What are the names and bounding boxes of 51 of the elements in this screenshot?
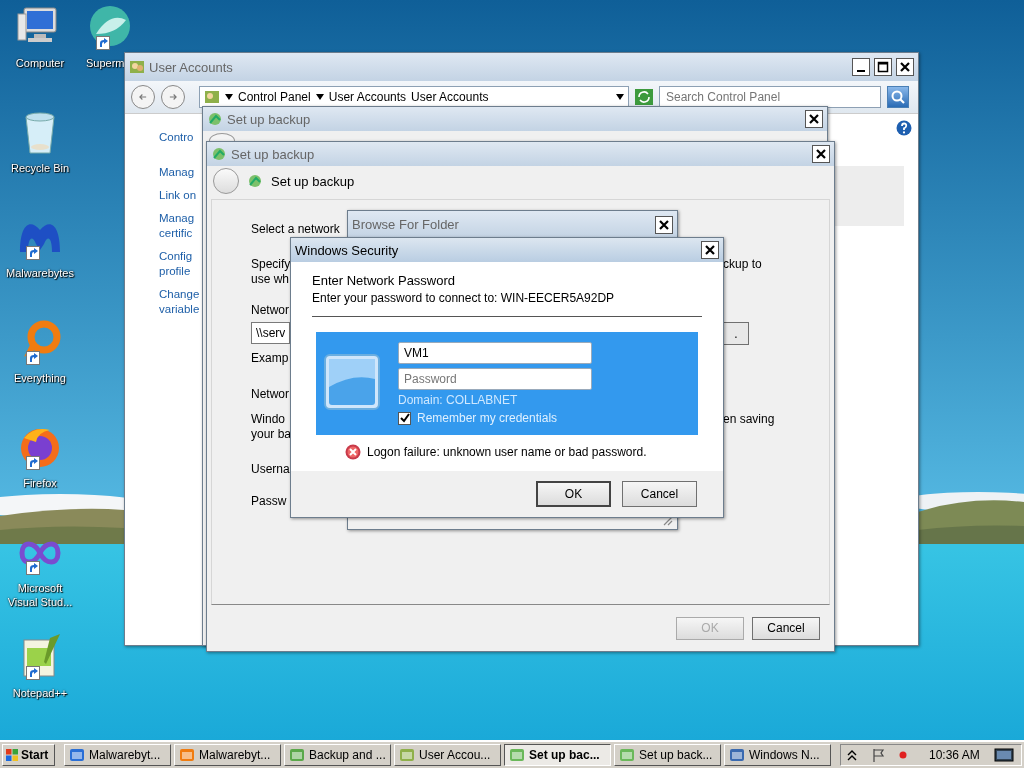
icon-label[interactable]: Malwarebytes — [6, 266, 74, 280]
window-title: Windows Security — [295, 242, 400, 258]
taskbar-button[interactable]: Malwarebyt... — [64, 744, 171, 766]
breadcrumb-item[interactable]: Control Panel — [238, 90, 311, 104]
label-text: ckup to — [723, 257, 762, 273]
sidebar-link[interactable]: Manag — [159, 165, 203, 180]
taskbar-button[interactable]: Set up back... — [614, 744, 721, 766]
dialog-heading: Set up backup — [271, 173, 355, 189]
breadcrumb-item[interactable]: User Accounts — [411, 90, 489, 104]
icon-label[interactable]: Computer — [15, 56, 65, 70]
sidebar-link[interactable]: Link on — [159, 188, 203, 203]
label-text: Passw — [251, 494, 287, 509]
icon-label[interactable]: Superm — [86, 56, 125, 70]
cancel-button[interactable]: Cancel — [622, 481, 697, 507]
clock[interactable]: 10:36 AM — [929, 748, 980, 762]
taskbar-button[interactable]: Backup and ... — [284, 744, 391, 766]
domain-text: Domain: COLLABNET — [398, 394, 519, 407]
window-title: Set up backup — [231, 146, 316, 162]
dialog-text: Enter your password to connect to: WIN-EECER5A92DP — [312, 290, 616, 306]
sidebar-link[interactable]: Change variable — [159, 287, 203, 317]
password-field[interactable]: Password — [398, 368, 592, 390]
address-bar[interactable]: Control Panel User Accounts User Accounts — [199, 86, 629, 108]
taskbar-button[interactable]: Windows N... — [724, 744, 831, 766]
label-text: en saving — [723, 412, 775, 428]
dialog-heading: Enter Network Password — [312, 272, 457, 290]
label-text: Select a network — [251, 222, 340, 237]
username-field[interactable]: VM1 — [398, 342, 592, 364]
taskbar-button[interactable]: Set up bac... — [504, 744, 611, 766]
breadcrumb-item[interactable]: User Accounts — [328, 90, 407, 104]
window-title: Browse For Folder — [352, 217, 460, 232]
sidebar-link[interactable]: Config profile — [159, 249, 203, 279]
search-field[interactable]: Search Control Panel — [659, 86, 881, 108]
label-text: Userna — [251, 462, 290, 477]
label-text: Examp — [251, 351, 289, 366]
cancel-button[interactable]: Cancel — [752, 616, 820, 640]
taskbar-button[interactable]: User Accou... — [394, 744, 501, 766]
sidebar-link[interactable]: Manag certific — [159, 211, 203, 241]
path-field[interactable]: \\serv — [251, 322, 290, 344]
error-message: Logon failure: unknown user name or bad password. — [367, 445, 647, 459]
icon-label[interactable]: Recycle Bin — [10, 161, 70, 175]
window-title: User Accounts — [149, 59, 234, 75]
ok-button[interactable]: OK — [536, 481, 611, 507]
label-text: Windo your ba — [251, 412, 292, 442]
label-text: Networ — [251, 387, 289, 402]
label-text: Networ — [251, 303, 289, 318]
taskbar-button[interactable]: Malwarebyt... — [174, 744, 281, 766]
start-button[interactable]: Start — [2, 744, 55, 766]
browse-button[interactable]: . — [723, 322, 749, 345]
label-text: Specify use wh — [251, 257, 291, 287]
sidebar-link[interactable]: Contro — [159, 130, 203, 145]
window-title: Set up backup — [227, 111, 312, 127]
